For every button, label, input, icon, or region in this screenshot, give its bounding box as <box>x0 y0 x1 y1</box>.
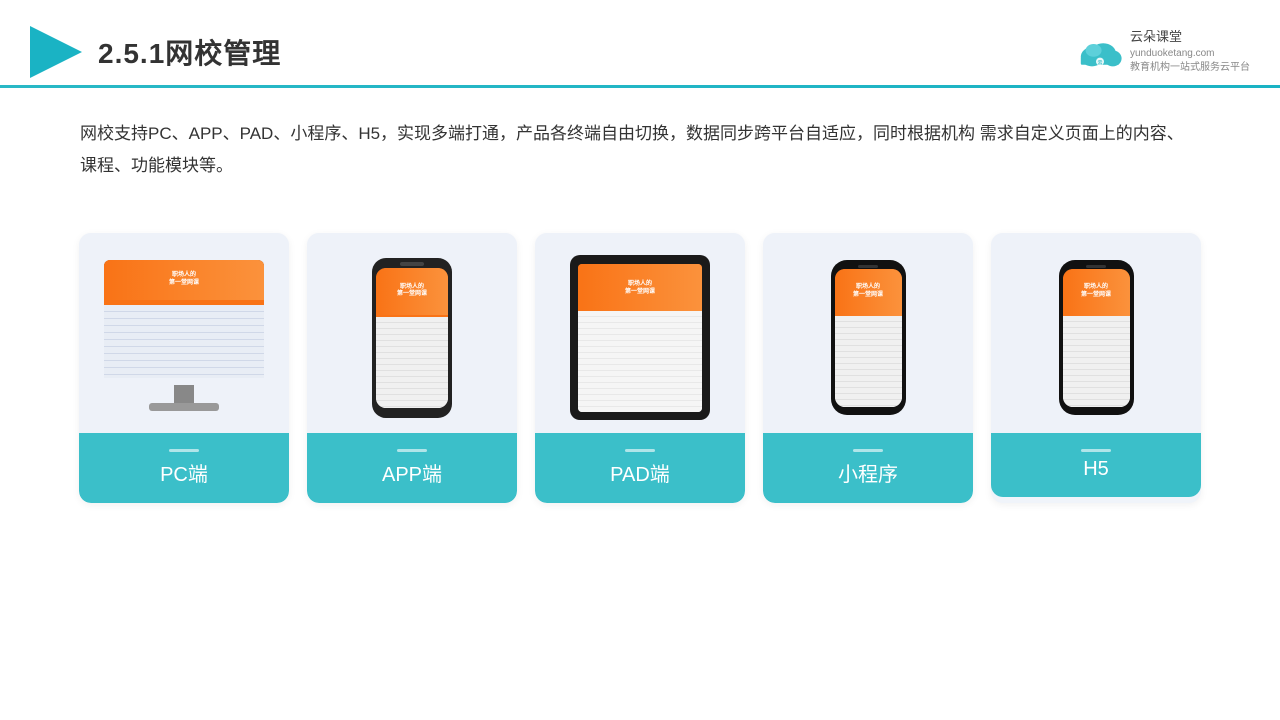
header-right: 云 云朵课堂 yunduoketang.com 教育机构一站式服务云平台 <box>1076 28 1250 74</box>
card-miniapp-image: 职场人的第一堂网课 <box>763 233 973 433</box>
logo-name: 云朵课堂 <box>1130 28 1250 46</box>
h5-phone-screen: 职场人的第一堂网课 <box>1063 269 1130 407</box>
card-pad-label: PAD端 <box>535 433 745 503</box>
card-app-image: 职场人的第一堂网课 <box>307 233 517 433</box>
header-left: 2.5.1网校管理 <box>30 26 281 78</box>
app-phone-icon: 职场人的第一堂网课 <box>372 258 452 418</box>
cards-section: 职场人的第一堂网课 PC端 职场人的第一堂网课 <box>0 193 1280 503</box>
card-miniapp: 职场人的第一堂网课 小程序 <box>763 233 973 503</box>
pad-icon: 职场人的第一堂网课 <box>570 255 710 420</box>
card-h5: 职场人的第一堂网课 H5 <box>991 233 1201 503</box>
pad-screen: 职场人的第一堂网课 <box>578 264 702 412</box>
card-pc: 职场人的第一堂网课 PC端 <box>79 233 289 503</box>
logo-area: 云 云朵课堂 yunduoketang.com 教育机构一站式服务云平台 <box>1076 28 1250 74</box>
logo-url: yunduoketang.com <box>1130 47 1250 61</box>
card-h5-image: 职场人的第一堂网课 <box>991 233 1201 433</box>
card-h5-label: H5 <box>991 433 1201 497</box>
logo-text-block: 云朵课堂 yunduoketang.com 教育机构一站式服务云平台 <box>1130 28 1250 74</box>
page-title: 2.5.1网校管理 <box>98 32 281 72</box>
page-header: 2.5.1网校管理 云 云朵课堂 yunduoketang.com 教育机构一站… <box>0 0 1280 85</box>
card-miniapp-label: 小程序 <box>763 433 973 503</box>
card-pc-image: 职场人的第一堂网课 <box>79 233 289 433</box>
logo-tagline: 教育机构一站式服务云平台 <box>1130 61 1250 75</box>
card-app-label: APP端 <box>307 433 517 503</box>
app-phone-screen: 职场人的第一堂网课 <box>376 268 448 408</box>
pc-monitor-icon: 职场人的第一堂网课 <box>99 260 269 415</box>
card-pad: 职场人的第一堂网课 PAD端 <box>535 233 745 503</box>
miniapp-phone-icon: 职场人的第一堂网课 <box>831 260 906 415</box>
card-pad-image: 职场人的第一堂网课 <box>535 233 745 433</box>
card-app: 职场人的第一堂网课 APP端 <box>307 233 517 503</box>
play-icon <box>30 26 82 78</box>
card-pc-label: PC端 <box>79 433 289 503</box>
description-text: 网校支持PC、APP、PAD、小程序、H5，实现多端打通，产品各终端自由切换，数… <box>0 88 1280 183</box>
miniapp-phone-screen: 职场人的第一堂网课 <box>835 269 902 407</box>
logo-icon: 云 <box>1076 34 1124 70</box>
h5-phone-icon: 职场人的第一堂网课 <box>1059 260 1134 415</box>
description-paragraph: 网校支持PC、APP、PAD、小程序、H5，实现多端打通，产品各终端自由切换，数… <box>80 118 1200 183</box>
